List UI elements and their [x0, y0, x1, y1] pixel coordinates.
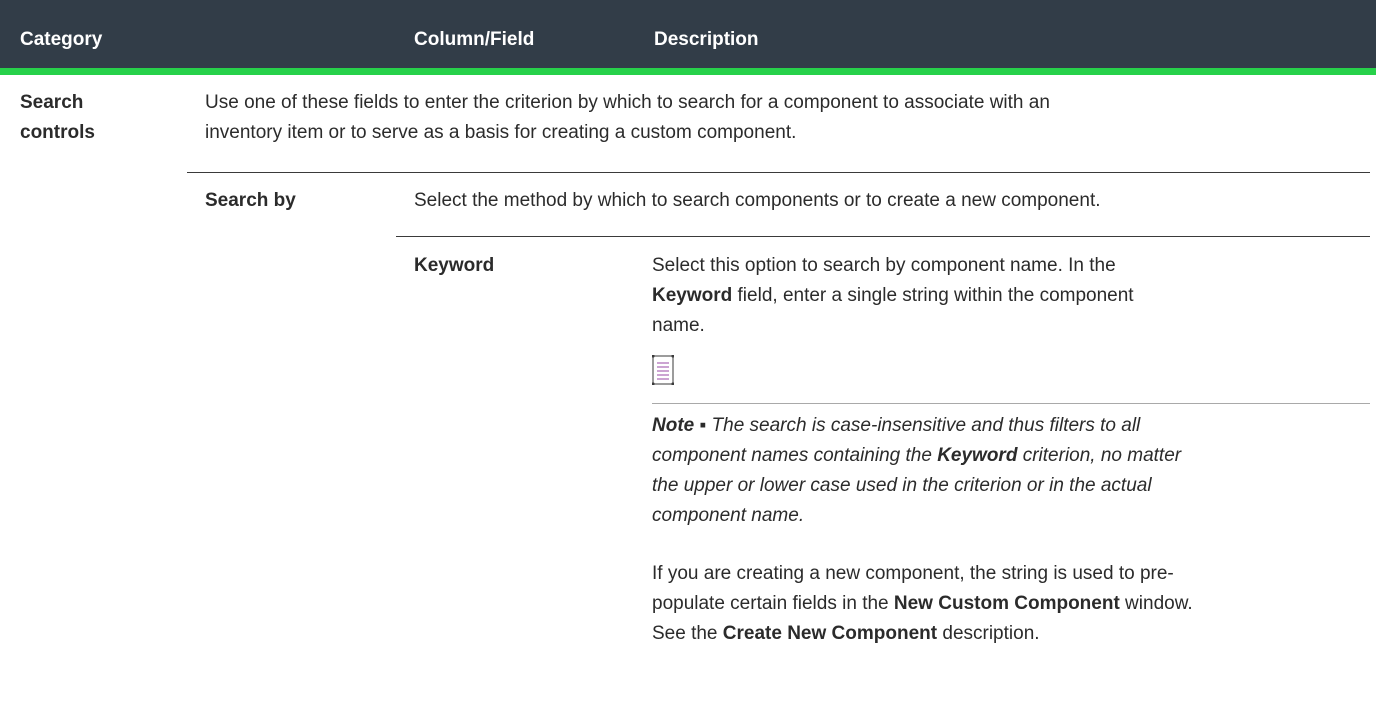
option-keyword: Keyword — [414, 255, 495, 276]
search-by-description: Select the method by which to search com… — [414, 190, 1101, 211]
para-line2: populate certain fields in the New Custo… — [652, 593, 1193, 614]
row-description-line2: inventory item or to serve as a basis fo… — [205, 122, 797, 143]
note-divider — [652, 403, 1370, 404]
new-custom-component-bold: New Custom Component — [893, 593, 1120, 614]
note-line2: component names containing the Keyword c… — [652, 445, 1182, 466]
category-search-controls-line1: Search — [20, 92, 84, 113]
para-line3: See the Create New Component description… — [652, 623, 1040, 644]
note-label: Note ▪ — [652, 415, 707, 436]
note-keyword-bold: Keyword — [937, 445, 1018, 466]
para-line1: If you are creating a new component, the… — [652, 563, 1174, 584]
divider-keyword — [396, 236, 1370, 237]
create-new-component-bold: Create New Component — [722, 623, 938, 644]
header-column-field: Column/Field — [414, 29, 535, 50]
header-category: Category — [20, 29, 103, 50]
note-line3: the upper or lower case used in the crit… — [652, 475, 1152, 496]
note-line4: component name. — [652, 505, 805, 526]
row-description-line1: Use one of these fields to enter the cri… — [205, 92, 1050, 113]
divider-search-by — [187, 172, 1370, 173]
note-icon — [652, 355, 674, 385]
keyword-desc-line1: Select this option to search by componen… — [652, 255, 1116, 276]
field-search-by: Search by — [205, 190, 296, 211]
category-search-controls-line2: controls — [20, 122, 95, 143]
note-line1: Note ▪ The search is case-insensitive an… — [652, 415, 1141, 436]
header-accent-bar — [0, 68, 1376, 75]
keyword-desc-line2: Keyword field, enter a single string wit… — [652, 281, 1134, 311]
keyword-desc-line3: name. — [652, 315, 705, 336]
keyword-desc-line2-rest: field, enter a single string within the … — [732, 285, 1134, 306]
header-description: Description — [654, 29, 759, 50]
keyword-bold: Keyword — [652, 285, 733, 306]
